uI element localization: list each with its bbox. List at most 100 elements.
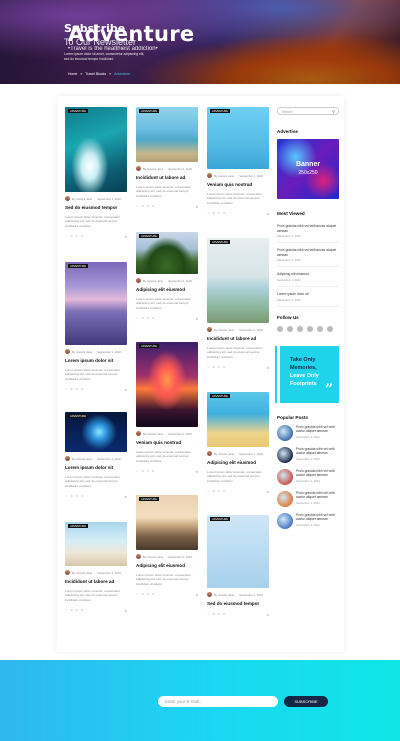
- like-icon[interactable]: ♡: [65, 387, 68, 391]
- like-icon[interactable]: ♡: [65, 234, 68, 238]
- post-title[interactable]: Veniam quis nostrud: [207, 182, 269, 188]
- post-card[interactable]: Adventure By Jessica Jane · September 1, 20…: [207, 238, 269, 370]
- comment-icon[interactable]: ▭: [146, 469, 149, 473]
- category-badge[interactable]: Adventure: [139, 109, 159, 114]
- share-icon[interactable]: <: [267, 489, 269, 494]
- comment-icon[interactable]: ▭: [217, 489, 220, 493]
- like-icon[interactable]: ♡: [136, 469, 139, 473]
- post-title[interactable]: Adipicing elit eiusmod: [136, 563, 198, 569]
- newsletter-email-input[interactable]: Enter your E-mail...: [158, 696, 278, 707]
- popular-item[interactable]: Proin gravida nibh vel velit auctor aliq…: [277, 424, 339, 441]
- post-author[interactable]: By Jessica Jane: [214, 593, 234, 597]
- search-icon[interactable]: ⚲: [332, 109, 335, 114]
- twitter-icon[interactable]: [287, 325, 293, 332]
- breadcrumb-home[interactable]: Home: [68, 72, 77, 76]
- post-author[interactable]: By Jessica Jane: [143, 432, 163, 436]
- category-badge[interactable]: Adventure: [68, 109, 88, 114]
- popular-title[interactable]: Proin gravida nibh vel velit auctor aliq…: [296, 425, 339, 434]
- comment-icon[interactable]: ▭: [75, 387, 78, 391]
- post-title[interactable]: Sed do eiusmod tempor: [207, 601, 269, 607]
- instagram-icon[interactable]: [297, 325, 303, 332]
- like-icon[interactable]: ♡: [136, 204, 139, 208]
- post-card[interactable]: Adventure By Jessica Jane · September 1, 20…: [136, 232, 198, 321]
- post-card[interactable]: Adventure By Jessica Jane · September 1, 20…: [136, 495, 198, 597]
- post-card[interactable]: Adventure By Jessica Jane · September 1, 20…: [207, 392, 269, 494]
- comment-icon[interactable]: ▭: [75, 494, 78, 498]
- category-badge[interactable]: Adventure: [68, 414, 88, 419]
- most-viewed-title[interactable]: Proin gravida nibh vel velit auctor aliq…: [277, 224, 339, 233]
- popular-title[interactable]: Proin gravida nibh vel velit auctor aliq…: [296, 469, 339, 478]
- popular-item[interactable]: Proin gravida nibh vel velit auctor aliq…: [277, 468, 339, 485]
- post-title[interactable]: Incididunt ut labore ad: [136, 175, 198, 181]
- most-viewed-item[interactable]: Adipicing elit eiusmod September 1, 2022: [277, 270, 339, 288]
- post-image[interactable]: Adventure: [65, 107, 127, 192]
- share-icon[interactable]: <: [196, 469, 198, 474]
- post-image[interactable]: Adventure: [136, 495, 198, 550]
- most-viewed-item[interactable]: Proin gravida nibh vel velit auctor aliq…: [277, 246, 339, 268]
- most-viewed-title[interactable]: Lorem ipsum dolor sit: [277, 292, 339, 297]
- popular-title[interactable]: Proin gravida nibh vel velit auctor aliq…: [296, 513, 339, 522]
- share-icon[interactable]: <: [125, 608, 127, 613]
- share-icon[interactable]: <: [267, 211, 269, 216]
- comment-icon[interactable]: ▭: [146, 316, 149, 320]
- most-viewed-title[interactable]: Proin gravida nibh vel velit auctor aliq…: [277, 248, 339, 257]
- share-icon[interactable]: <: [196, 204, 198, 209]
- search-input[interactable]: Search ⚲: [277, 107, 339, 115]
- post-card[interactable]: Adventure By Jessica Jane · September 1, 20…: [207, 515, 269, 617]
- category-badge[interactable]: Adventure: [210, 394, 230, 399]
- popular-thumbnail[interactable]: [277, 490, 293, 507]
- like-icon[interactable]: ♡: [207, 489, 210, 493]
- comment-icon[interactable]: ▭: [217, 612, 220, 616]
- post-author[interactable]: By Jessica Jane: [214, 452, 234, 456]
- post-card[interactable]: Adventure By Jessica Jane · September 1, 20…: [136, 342, 198, 474]
- like-icon[interactable]: ♡: [136, 592, 139, 596]
- popular-title[interactable]: Proin gravida nibh vel velit auctor aliq…: [296, 491, 339, 500]
- category-badge[interactable]: Adventure: [139, 344, 159, 349]
- post-card[interactable]: Adventure By Jessica Jane · September 1, 20…: [65, 412, 127, 499]
- comment-icon[interactable]: ▭: [146, 204, 149, 208]
- popular-thumbnail[interactable]: [277, 512, 293, 529]
- post-title[interactable]: Sed do eiusmod tempor: [65, 205, 127, 211]
- post-image[interactable]: Adventure: [136, 232, 198, 274]
- post-card[interactable]: Adventure By Jessica Jane · September 1, 20…: [65, 107, 127, 239]
- advert-banner[interactable]: Banner 250x250: [277, 139, 339, 199]
- post-title[interactable]: Veniam quis nostrud: [136, 440, 198, 446]
- post-author[interactable]: By Jessica Jane: [143, 555, 163, 559]
- comment-icon[interactable]: ▭: [146, 592, 149, 596]
- category-badge[interactable]: Adventure: [210, 517, 230, 522]
- comment-icon[interactable]: ▭: [75, 234, 78, 238]
- post-image[interactable]: Adventure: [207, 107, 269, 169]
- like-icon[interactable]: ♡: [136, 316, 139, 320]
- post-card[interactable]: Adventure By Jessica Jane · September 1, 20…: [136, 107, 198, 209]
- post-author[interactable]: By Jessica Jane: [72, 457, 92, 461]
- like-icon[interactable]: ♡: [65, 494, 68, 498]
- youtube-icon[interactable]: [317, 325, 323, 332]
- popular-title[interactable]: Proin gravida nibh vel velit auctor aliq…: [296, 447, 339, 456]
- post-card[interactable]: Adventure By Jessica Jane · September 1, 20…: [207, 107, 269, 216]
- post-image[interactable]: Adventure: [207, 392, 269, 447]
- most-viewed-item[interactable]: Lorem ipsum dolor sit September 1, 2022: [277, 290, 339, 307]
- popular-thumbnail[interactable]: [277, 446, 293, 463]
- comment-icon[interactable]: ▭: [217, 211, 220, 215]
- category-badge[interactable]: Adventure: [68, 524, 88, 529]
- category-badge[interactable]: Adventure: [210, 109, 230, 114]
- post-author[interactable]: By Jessica Jane: [214, 328, 234, 332]
- post-card[interactable]: Adventure By Jessica Jane · September 1, 20…: [65, 262, 127, 392]
- popular-item[interactable]: Proin gravida nibh vel velit auctor aliq…: [277, 490, 339, 507]
- share-icon[interactable]: <: [125, 387, 127, 392]
- share-icon[interactable]: <: [125, 494, 127, 499]
- like-icon[interactable]: ♡: [207, 211, 210, 215]
- email-icon[interactable]: [327, 325, 333, 332]
- share-icon[interactable]: <: [196, 316, 198, 321]
- like-icon[interactable]: ♡: [207, 365, 210, 369]
- most-viewed-title[interactable]: Adipicing elit eiusmod: [277, 272, 339, 277]
- post-title[interactable]: Lorem ipsum dolor sit: [65, 465, 127, 471]
- post-image[interactable]: Adventure: [207, 238, 269, 323]
- post-image[interactable]: Adventure: [65, 412, 127, 452]
- post-image[interactable]: Adventure: [136, 342, 198, 427]
- share-icon[interactable]: <: [267, 612, 269, 617]
- share-icon[interactable]: <: [267, 365, 269, 370]
- most-viewed-item[interactable]: Proin gravida nibh vel velit auctor aliq…: [277, 222, 339, 244]
- post-title[interactable]: Incididunt ut labore ad: [207, 336, 269, 342]
- post-author[interactable]: By Jessica Jane: [143, 167, 163, 171]
